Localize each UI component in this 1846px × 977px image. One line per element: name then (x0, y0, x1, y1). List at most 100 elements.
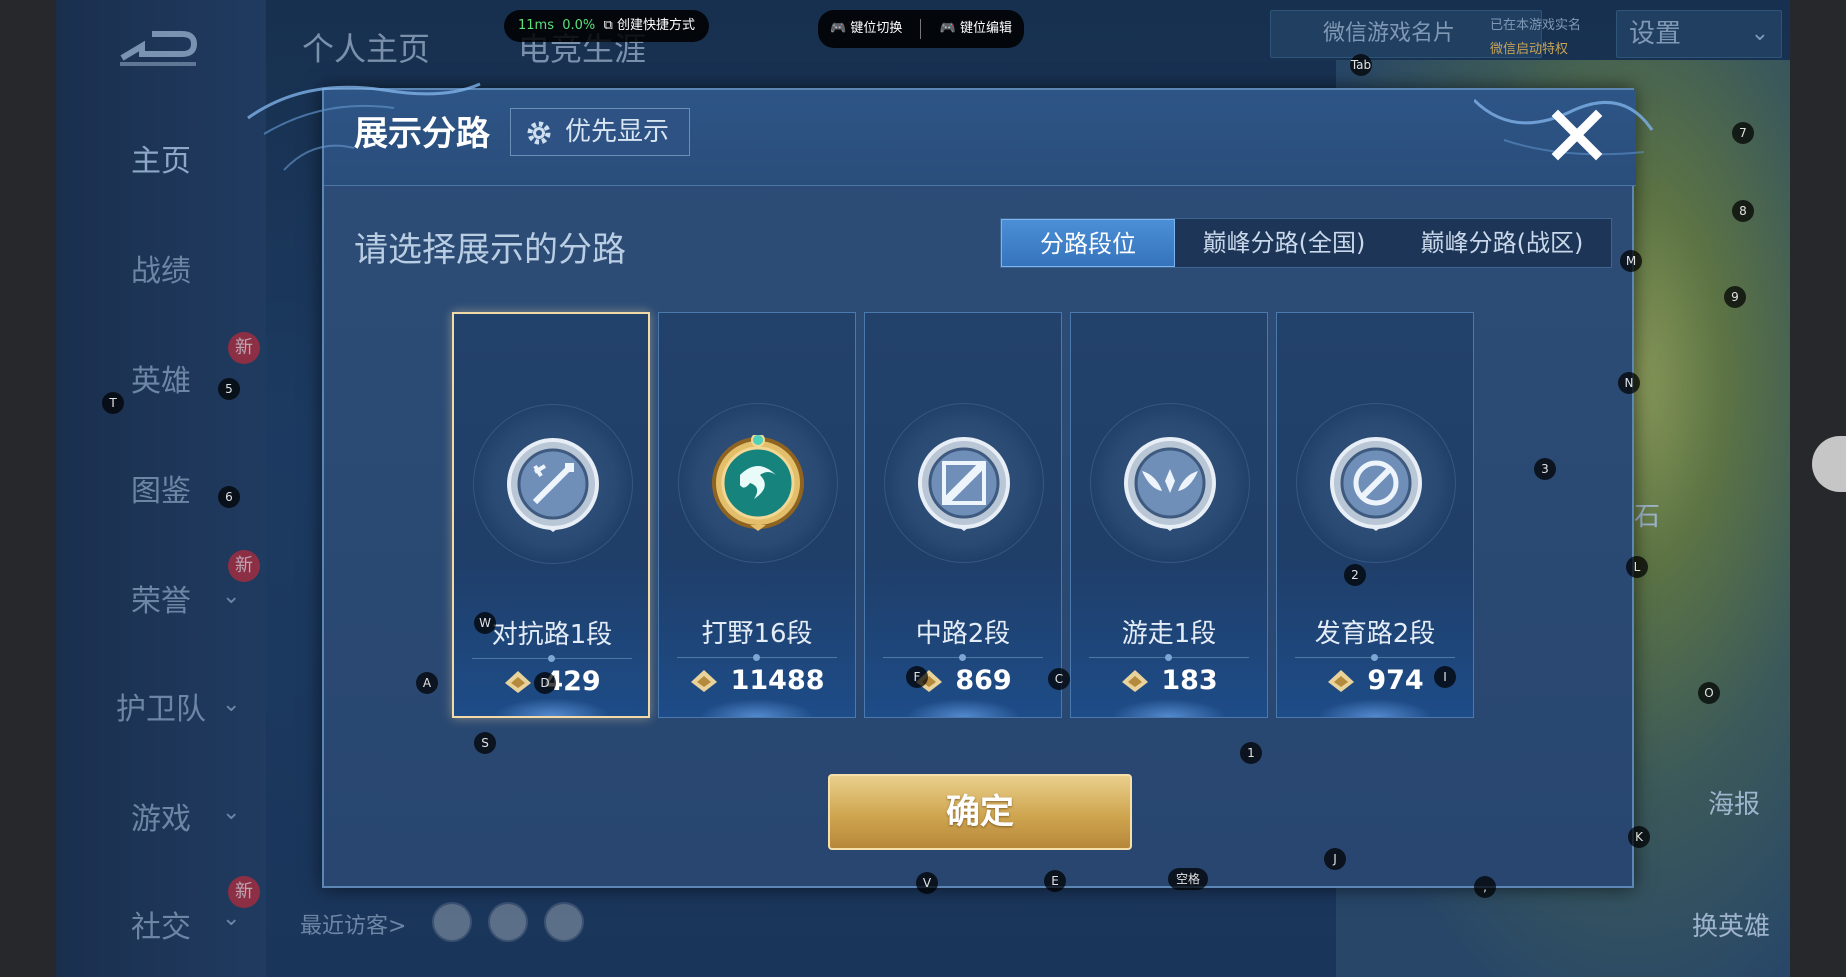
key-hint: J (1324, 848, 1346, 870)
lane-card-mid[interactable]: 中路2段 869 (864, 312, 1062, 718)
gear-icon (527, 121, 551, 145)
key-hint: , (1474, 876, 1496, 898)
key-edit-button[interactable]: 键位编辑 (960, 21, 1012, 36)
key-hint: 9 (1724, 286, 1746, 308)
key-hint: W (474, 612, 496, 634)
lane-score: 974 (1367, 665, 1424, 696)
priority-display-button[interactable]: 优先显示 (510, 108, 690, 156)
key-hint: 6 (218, 486, 240, 508)
key-hint: K (1628, 826, 1650, 848)
tab-lane-rank[interactable]: 分路段位 (1001, 219, 1175, 267)
lane-card-jungle[interactable]: 打野16段 11488 (658, 312, 856, 718)
lane-display-dialog: 展示分路 优先显示 请选择展示的分路 分路段位 巅峰分路(全国) 巅峰分路(战区… (247, 82, 1654, 888)
card-glow (905, 699, 1021, 717)
lane-score: 183 (1161, 665, 1218, 696)
key-hint: D (534, 672, 556, 694)
lane-card-roam[interactable]: 游走1段 183 (1070, 312, 1268, 718)
lane-name: 游走1段 (1121, 619, 1217, 649)
settings-label: 设置 (1629, 19, 1682, 49)
key-hint: 1 (1240, 742, 1262, 764)
lane-card-top[interactable]: 对抗路1段 429 (452, 312, 650, 718)
poster-label[interactable]: 海报 (1708, 784, 1760, 821)
key-hint: L (1626, 556, 1648, 578)
rank-points-icon (691, 669, 718, 692)
game-window: 主页 战绩 英雄 图鉴 荣誉 护卫队 游戏 社交 ⌄ ⌄ ⌄ ⌄ 新 新 新 个… (56, 0, 1790, 977)
tab-peak-region[interactable]: 巅峰分路(战区) (1393, 219, 1611, 267)
key-switch-button[interactable]: 键位切换 (850, 21, 902, 36)
shortcut-icon: ⧉ (603, 18, 613, 33)
lane-score: 11488 (730, 665, 825, 696)
key-hint: 空格 (1168, 868, 1209, 890)
new-badge: 新 (228, 550, 260, 582)
key-hint: 2 (1344, 564, 1366, 586)
shield-emblem-icon (1330, 437, 1422, 531)
key-hint: 3 (1534, 458, 1556, 480)
lane-name: 打野16段 (701, 619, 813, 649)
sidebar-item-home[interactable]: 主页 (56, 132, 266, 192)
loss-value: 0.0% (562, 18, 596, 33)
divider (677, 654, 837, 661)
card-glow (1317, 699, 1433, 717)
key-hint: 7 (1732, 122, 1754, 144)
priority-display-label: 优先显示 (565, 117, 670, 147)
avatar[interactable] (488, 902, 528, 942)
avatar[interactable] (544, 902, 584, 942)
dialog-title: 展示分路 (354, 114, 490, 154)
avatar[interactable] (432, 902, 472, 942)
key-hint: 5 (218, 378, 240, 400)
lane-card-bot[interactable]: 发育路2段 974 (1276, 312, 1474, 718)
confirm-button[interactable]: 确定 (828, 774, 1132, 850)
sword-emblem-icon (507, 438, 599, 532)
key-hint: T (102, 392, 124, 414)
settings-button[interactable]: 设置 ⌄ (1616, 10, 1782, 58)
card-glow (494, 698, 610, 716)
key-hint: 8 (1732, 200, 1754, 222)
key-hint: V (916, 872, 938, 894)
chevron-down-icon: ⌄ (222, 906, 241, 931)
new-badge: 新 (228, 332, 260, 364)
key-hint: Tab (1350, 54, 1372, 76)
chevron-down-icon: ⌄ (222, 692, 241, 717)
dialog-subtitle: 请选择展示的分路 (354, 230, 626, 270)
wings-emblem-icon (1124, 437, 1216, 531)
divider (920, 18, 922, 39)
recent-visitors[interactable]: 最近访客> (300, 908, 406, 940)
chevron-down-icon: ⌄ (222, 800, 241, 825)
key-hint: M (1620, 250, 1642, 272)
perf-stats: 11ms 0.0% ⧉ 创建快捷方式 (504, 10, 709, 42)
card-glow (1111, 699, 1227, 717)
lane-score: 869 (955, 665, 1012, 696)
key-hint: S (474, 732, 496, 754)
tab-profile[interactable]: 个人主页 (302, 24, 430, 70)
key-hint: O (1698, 682, 1720, 704)
lane-name: 发育路2段 (1314, 619, 1436, 649)
latency-value: 11ms (518, 18, 554, 33)
gamepad-icon: 🎮 (939, 21, 956, 36)
keymap-toolbar: 🎮 键位切换 🎮 键位编辑 (818, 10, 1024, 48)
divider (883, 654, 1043, 661)
screen: 主页 战绩 英雄 图鉴 荣誉 护卫队 游戏 社交 ⌄ ⌄ ⌄ ⌄ 新 新 新 个… (0, 0, 1846, 977)
wechat-auth-label: 微信启动特权 (1490, 42, 1569, 57)
divider (472, 655, 632, 662)
key-hint: F (906, 666, 928, 688)
divider (1089, 654, 1249, 661)
key-hint: A (416, 672, 438, 694)
gamepad-icon: 🎮 (830, 21, 847, 36)
create-shortcut-button[interactable]: 创建快捷方式 (617, 18, 695, 33)
key-hint: C (1048, 668, 1070, 690)
rank-points-icon (1122, 669, 1149, 692)
back-arrow-icon[interactable] (112, 28, 202, 72)
close-icon[interactable] (1550, 108, 1604, 162)
rank-points-icon (505, 670, 532, 693)
dragon-emblem-icon (712, 435, 804, 531)
lane-tabs: 分路段位 巅峰分路(全国) 巅峰分路(战区) (1000, 218, 1612, 268)
switch-hero-label[interactable]: 换英雄 (1692, 906, 1770, 943)
lane-name: 中路2段 (915, 619, 1011, 649)
tab-peak-national[interactable]: 巅峰分路(全国) (1175, 219, 1393, 267)
wechat-card-label: 微信游戏名片 (1323, 21, 1456, 46)
chevron-down-icon: ⌄ (1750, 21, 1769, 46)
slash-emblem-icon (918, 437, 1010, 531)
key-hint: N (1618, 372, 1640, 394)
key-hint: I (1434, 666, 1456, 688)
sidebar-item-record[interactable]: 战绩 (56, 242, 266, 302)
